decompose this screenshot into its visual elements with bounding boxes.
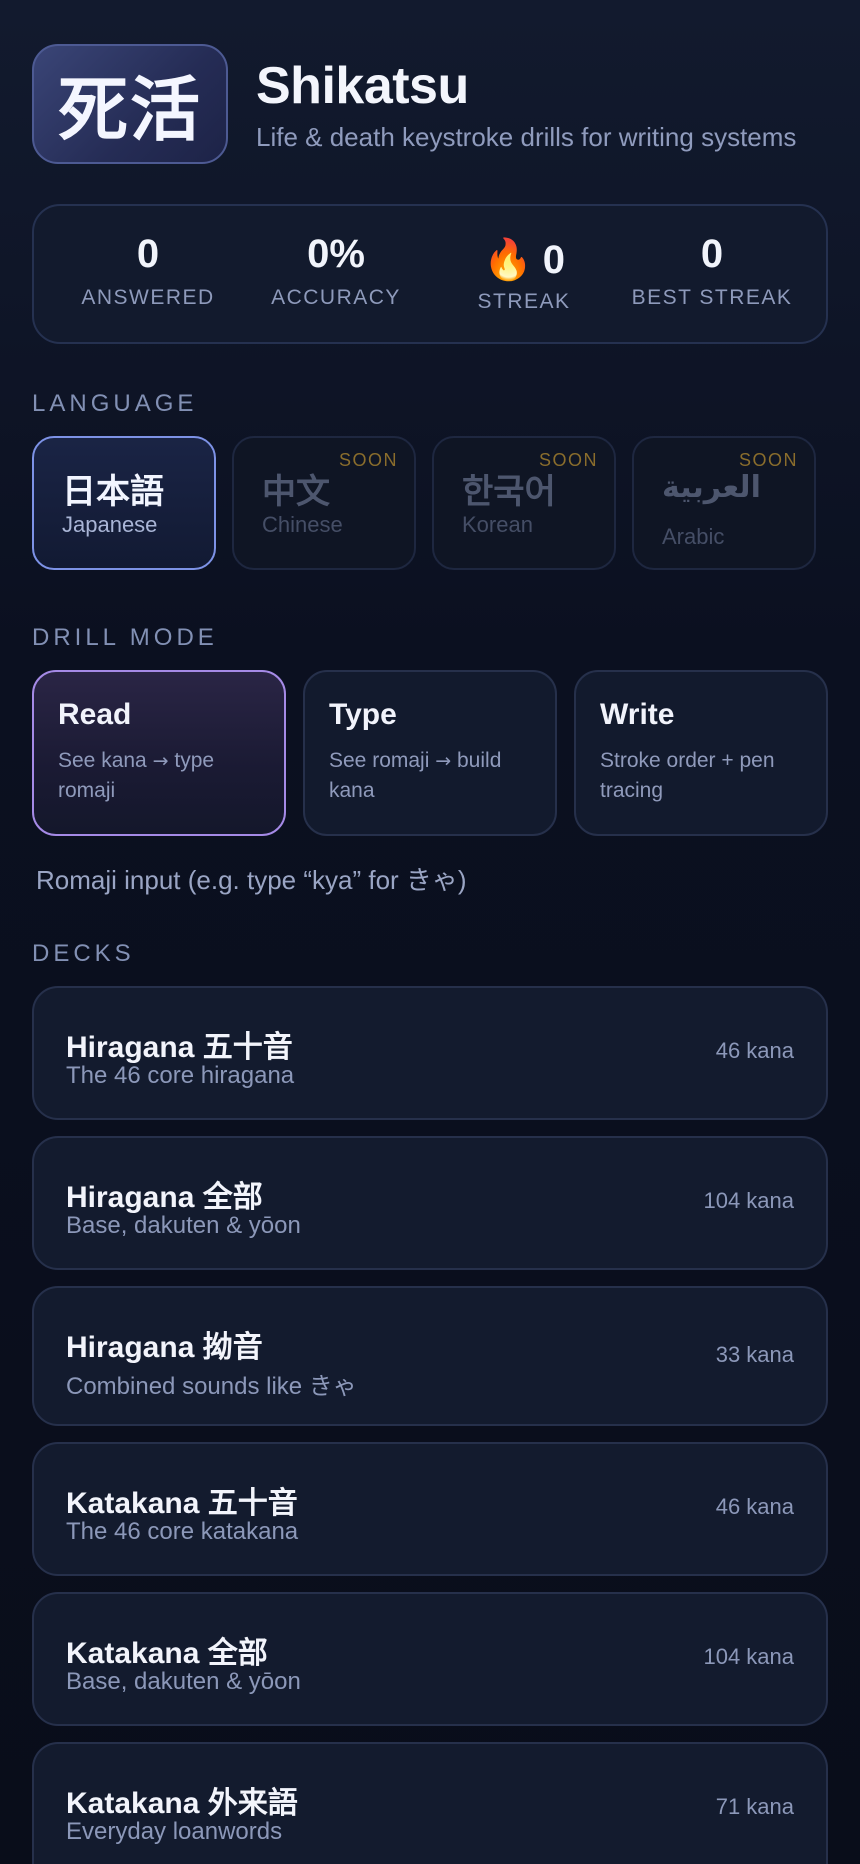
- stat-best-streak-value: 0: [700, 232, 724, 276]
- mode-description: See romaji → build kana: [329, 749, 502, 802]
- language-chinese[interactable]: SOON 中文 Chinese: [232, 436, 416, 570]
- deck-count: 71 kana: [715, 1794, 794, 1819]
- stat-answered: 0 ANSWERED: [54, 206, 242, 346]
- soon-badge: SOON: [338, 450, 398, 470]
- stat-streak-value-row: 🔥 0: [430, 236, 618, 283]
- deck-item[interactable]: Hiragana 五十音 The 46 core hiragana 46 kan…: [32, 986, 828, 1120]
- deck-count: 104 kana: [703, 1644, 794, 1669]
- mode-description: See kana → type romaji: [58, 749, 215, 802]
- language-korean[interactable]: SOON 한국어 Korean: [432, 436, 616, 570]
- stat-streak-value: 0: [542, 238, 566, 282]
- stat-answered-value: 0: [136, 232, 160, 276]
- deck-subtitle: The 46 core hiragana: [66, 1062, 295, 1089]
- deck-item[interactable]: Hiragana 全部 Base, dakuten & yōon 104 kan…: [32, 1136, 828, 1270]
- deck-item[interactable]: Katakana 全部 Base, dakuten & yōon 104 kan…: [32, 1592, 828, 1726]
- app-header: 死活 Shikatsu Life & death keystroke drill…: [32, 44, 828, 164]
- app-logo: 死活: [32, 44, 228, 164]
- language-japanese[interactable]: 日本語 Japanese: [32, 436, 216, 570]
- mode-read-button[interactable]: Read See kana → type romaji: [32, 670, 286, 836]
- stat-accuracy: 0% ACCURACY: [242, 206, 430, 346]
- stat-answered-label: ANSWERED: [81, 286, 215, 309]
- deck-subtitle: Base, dakuten & yōon: [66, 1212, 301, 1239]
- fire-icon: 🔥: [482, 238, 533, 282]
- deck-subtitle: Everyday loanwords: [66, 1818, 283, 1845]
- stat-accuracy-label: ACCURACY: [271, 286, 401, 309]
- deck-title: Katakana 五十音: [66, 1486, 298, 1521]
- mode-title: Write: [600, 698, 675, 731]
- stat-best-streak: 0 BEST STREAK: [618, 206, 806, 346]
- deck-subtitle: The 46 core katakana: [66, 1518, 299, 1545]
- stat-accuracy-value: 0%: [307, 232, 365, 276]
- language-native-name: 中文: [262, 472, 330, 512]
- deck-title: Hiragana 五十音: [66, 1030, 293, 1065]
- decks-heading: DECKS: [32, 940, 135, 967]
- stat-best-streak-label: BEST STREAK: [631, 286, 793, 309]
- deck-subtitle: Combined sounds like きゃ: [66, 1373, 357, 1400]
- deck-count: 46 kana: [715, 1038, 794, 1063]
- deck-item[interactable]: Hiragana 拗音 Combined sounds like きゃ 33 k…: [32, 1286, 828, 1426]
- deck-title: Katakana 外来語: [66, 1786, 298, 1821]
- deck-title: Katakana 全部: [66, 1636, 268, 1671]
- drill-mode-heading: DRILL MODE: [32, 624, 218, 651]
- arrow-right-icon: →: [152, 750, 169, 772]
- stat-streak: 🔥 0 STREAK: [430, 206, 618, 346]
- deck-title: Hiragana 全部: [66, 1180, 263, 1215]
- deck-count: 33 kana: [715, 1342, 794, 1367]
- stat-streak-label: STREAK: [477, 290, 571, 313]
- app-title: Shikatsu: [256, 57, 469, 115]
- mode-type-button[interactable]: Type See romaji → build kana: [303, 670, 557, 836]
- deck-subtitle: Base, dakuten & yōon: [66, 1668, 301, 1695]
- input-mode-hint: Romaji input (e.g. type “kya” for きゃ): [36, 865, 467, 895]
- soon-badge: SOON: [738, 450, 798, 470]
- deck-item[interactable]: Katakana 五十音 The 46 core katakana 46 kan…: [32, 1442, 828, 1576]
- deck-count: 104 kana: [703, 1188, 794, 1213]
- stats-panel: 0 ANSWERED 0% ACCURACY 🔥 0 STREAK 0 BEST …: [32, 204, 828, 344]
- language-arabic[interactable]: SOON العربية Arabic: [632, 436, 816, 570]
- mode-title: Type: [329, 698, 397, 731]
- arrow-right-icon: →: [435, 750, 452, 772]
- language-english-name: Chinese: [262, 512, 343, 537]
- language-heading: LANGUAGE: [32, 390, 198, 417]
- language-english-name: Arabic: [662, 524, 725, 549]
- deck-count: 46 kana: [715, 1494, 794, 1519]
- mode-write-button[interactable]: Write Stroke order + pen tracing: [574, 670, 828, 836]
- language-native-name: 한국어: [462, 472, 556, 512]
- language-native-name: العربية: [662, 470, 761, 505]
- mode-title: Read: [58, 698, 132, 731]
- deck-item[interactable]: Katakana 外来語 Everyday loanwords 71 kana: [32, 1742, 828, 1864]
- language-english-name: Korean: [462, 512, 533, 537]
- language-english-name: Japanese: [62, 512, 158, 537]
- deck-title: Hiragana 拗音: [66, 1330, 263, 1365]
- language-native-name: 日本語: [62, 472, 164, 512]
- mode-description: Stroke order + pen tracing: [600, 749, 775, 802]
- app-subtitle: Life & death keystroke drills for writin…: [256, 122, 797, 152]
